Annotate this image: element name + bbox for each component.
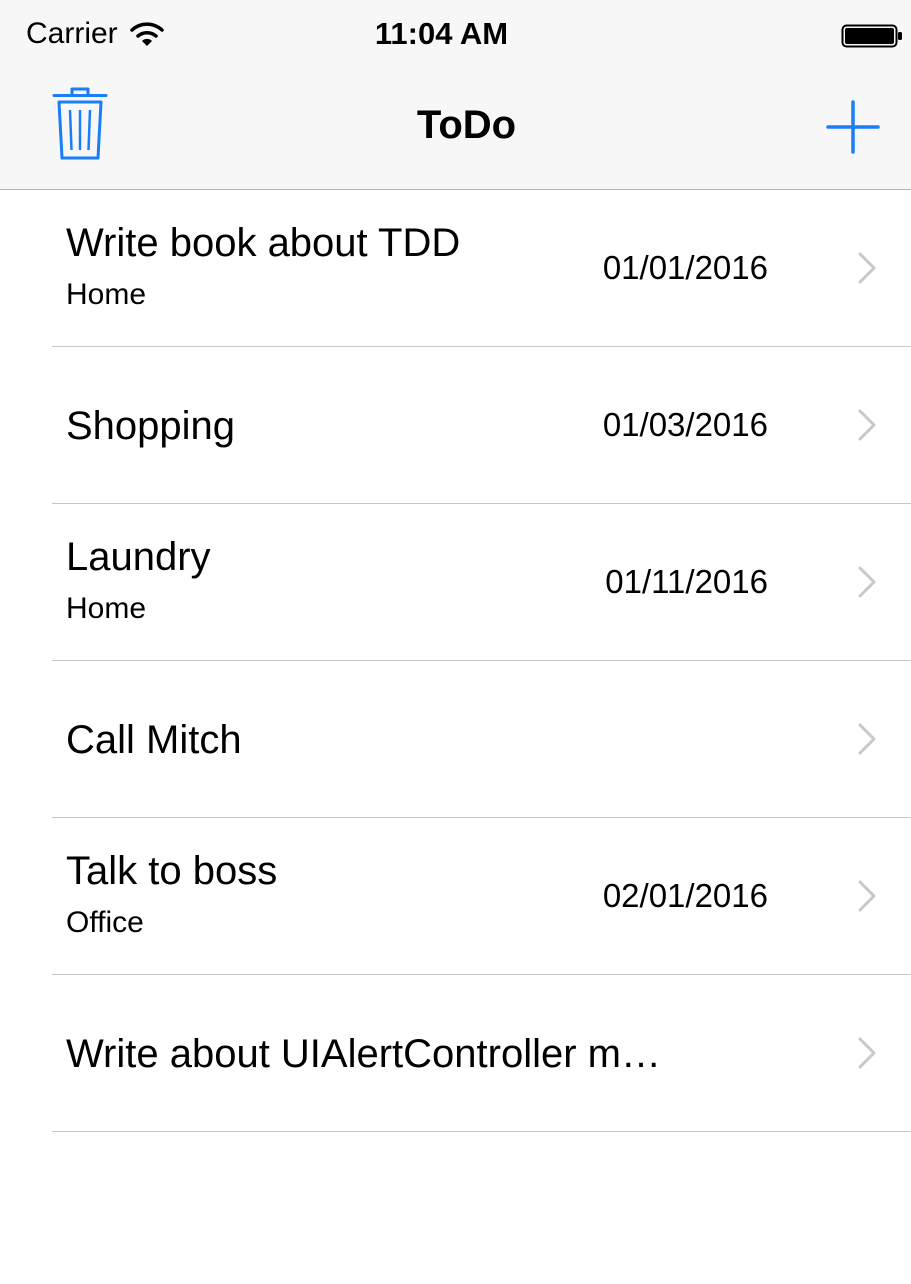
item-date: 01/03/2016 — [602, 406, 768, 443]
item-date: 02/01/2016 — [602, 877, 768, 914]
battery-icon — [841, 24, 902, 48]
chevron-right-icon — [858, 880, 876, 912]
item-date: 01/11/2016 — [605, 563, 768, 600]
item-date: 01/01/2016 — [602, 249, 768, 286]
status-time: 11:04 AM — [374, 16, 509, 51]
item-title: Laundry — [66, 535, 211, 579]
list-item[interactable]: Laundry Home 01/11/2016 — [52, 504, 911, 661]
item-location: Home — [66, 592, 147, 625]
todo-list: Write book about TDD Home 01/01/2016 Sho… — [0, 190, 911, 1132]
navigation-bar: ToDo — [0, 62, 911, 190]
list-item[interactable]: Call Mitch — [52, 661, 911, 818]
plus-icon[interactable] — [826, 100, 880, 154]
chevron-right-icon — [858, 723, 876, 755]
list-item[interactable]: Write book about TDD Home 01/01/2016 — [52, 190, 911, 347]
chevron-right-icon — [858, 566, 876, 598]
item-title: Write book about TDD — [66, 221, 461, 265]
chevron-right-icon — [858, 252, 876, 284]
list-item[interactable]: Talk to boss Office 02/01/2016 — [52, 818, 911, 975]
item-title: Shopping — [66, 404, 236, 448]
item-title: Call Mitch — [66, 718, 242, 762]
item-location: Office — [66, 906, 144, 939]
item-title: Write about UIAlertController m… — [66, 1032, 661, 1076]
list-item[interactable]: Write about UIAlertController m… — [52, 975, 911, 1132]
list-item[interactable]: Shopping 01/03/2016 — [52, 347, 911, 504]
item-location: Home — [66, 278, 147, 311]
chevron-right-icon — [858, 409, 876, 441]
item-title: Talk to boss — [66, 849, 278, 893]
page-title: ToDo — [416, 103, 517, 147]
chevron-right-icon — [858, 1037, 876, 1069]
status-bar: Carrier 11:04 AM — [0, 0, 911, 62]
